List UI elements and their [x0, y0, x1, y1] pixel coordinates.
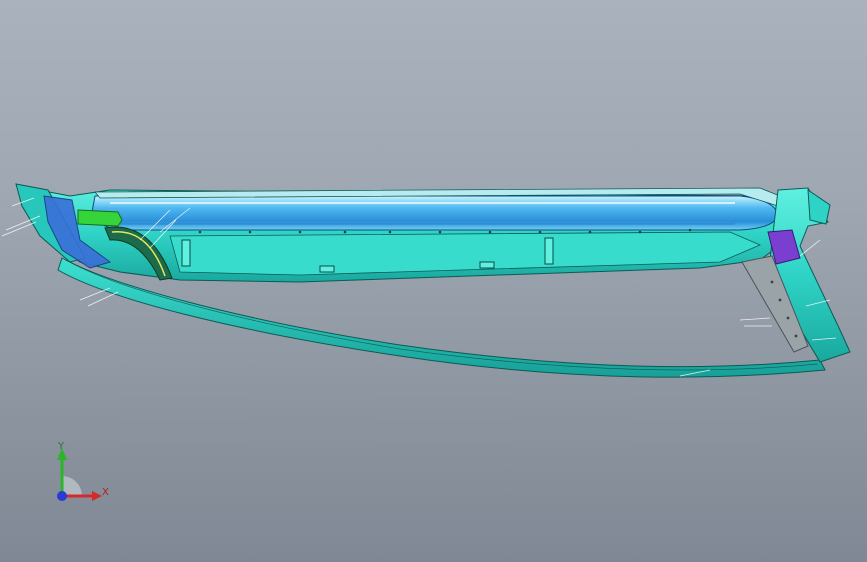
- cad-assembly-model[interactable]: [0, 0, 867, 562]
- z-axis-origin-dot: [57, 491, 67, 501]
- right-tab[interactable]: [807, 189, 831, 225]
- green-accent-cylinder[interactable]: [77, 209, 123, 227]
- x-axis-label: X: [102, 487, 109, 498]
- 3d-viewport[interactable]: Y X: [0, 0, 867, 562]
- coordinate-triad[interactable]: Y X: [40, 436, 120, 516]
- triad-graphic: [57, 448, 102, 501]
- y-axis-label: Y: [58, 441, 65, 452]
- x-axis-arrowhead: [92, 491, 102, 501]
- main-cylinder-tube[interactable]: [91, 195, 779, 231]
